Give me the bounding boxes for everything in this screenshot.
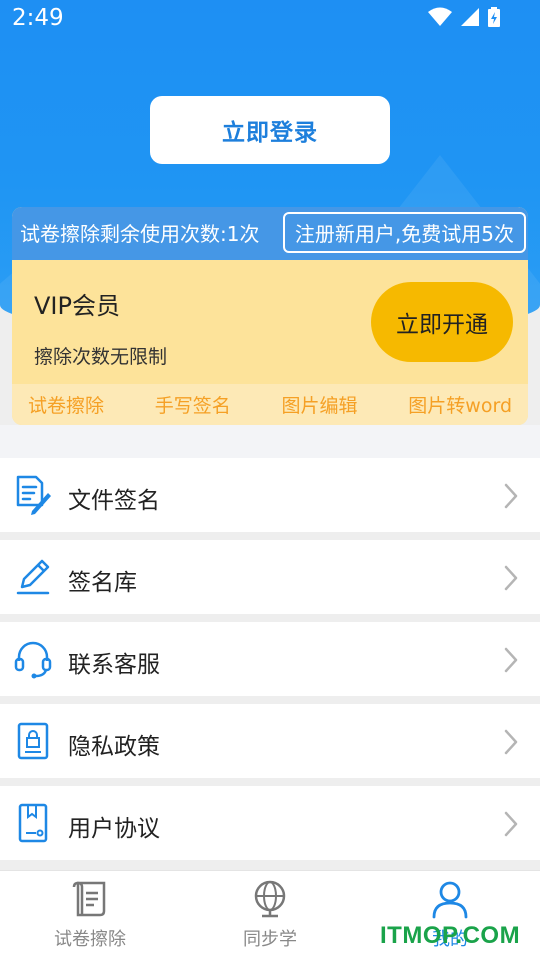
- nav-tab-erase[interactable]: 试卷擦除: [30, 879, 150, 951]
- register-button[interactable]: 注册新用户,免费试用5次: [282, 212, 526, 253]
- menu-item-label: 文件签名: [68, 488, 160, 514]
- status-bar: 2:49: [0, 0, 540, 38]
- nav-label: 试卷擦除: [54, 929, 126, 950]
- login-button[interactable]: 立即登录: [150, 96, 390, 164]
- vip-title: VIP会员: [34, 292, 120, 320]
- menu-item-customer-service[interactable]: 联系客服: [0, 622, 540, 696]
- wifi-icon: [428, 7, 452, 26]
- vip-body: VIP会员 擦除次数无限制 立即开通: [12, 260, 528, 384]
- section-gap: [0, 425, 540, 458]
- document-sign-icon: [16, 475, 51, 515]
- chevron-right-icon: [504, 647, 518, 673]
- menu-item-privacy-policy[interactable]: 隐私政策: [0, 704, 540, 778]
- watermark-text: ITMOP.COM: [380, 922, 521, 949]
- chevron-right-icon: [504, 483, 518, 509]
- globe-icon: [254, 880, 286, 918]
- menu-item-label: 隐私政策: [68, 734, 160, 760]
- menu-item-label: 用户协议: [68, 816, 160, 842]
- nav-label: 同步学: [243, 929, 297, 950]
- status-icons: [428, 7, 500, 27]
- chevron-right-icon: [504, 565, 518, 591]
- menu-item-user-agreement[interactable]: 用户协议: [0, 786, 540, 860]
- headset-icon: [14, 641, 52, 679]
- vip-feature-row: 试卷擦除 手写签名 图片编辑 图片转word: [12, 384, 528, 425]
- pen-icon: [16, 559, 50, 595]
- agreement-icon: [18, 803, 48, 843]
- nav-tab-sync-learn[interactable]: 同步学: [210, 879, 330, 951]
- menu-item-signature-library[interactable]: 签名库: [0, 540, 540, 614]
- signal-icon: [461, 8, 479, 26]
- chevron-right-icon: [504, 811, 518, 837]
- open-vip-button[interactable]: 立即开通: [371, 282, 513, 362]
- feature-handwrite: 手写签名: [154, 395, 231, 417]
- feature-erase: 试卷擦除: [28, 395, 105, 417]
- menu-item-label: 签名库: [68, 570, 137, 596]
- status-time: 2:49: [12, 5, 64, 31]
- vip-card: 试卷擦除剩余使用次数:1次 注册新用户,免费试用5次 VIP会员 擦除次数无限制…: [12, 207, 528, 425]
- lock-document-icon: [17, 722, 49, 760]
- quota-text: 试卷擦除剩余使用次数:1次: [20, 222, 260, 246]
- chevron-right-icon: [504, 729, 518, 755]
- user-icon: [432, 881, 468, 919]
- vip-subtitle: 擦除次数无限制: [34, 346, 168, 368]
- quota-bar: 试卷擦除剩余使用次数:1次 注册新用户,免费试用5次: [12, 207, 528, 260]
- feature-image-to-word: 图片转word: [408, 395, 512, 417]
- scroll-icon: [72, 881, 106, 917]
- menu-list: 文件签名 签名库 联系客服 隐私政策 用户协议: [0, 458, 540, 868]
- menu-item-file-sign[interactable]: 文件签名: [0, 458, 540, 532]
- battery-icon: [488, 7, 500, 27]
- menu-item-label: 联系客服: [68, 652, 160, 678]
- feature-image-edit: 图片编辑: [281, 395, 358, 417]
